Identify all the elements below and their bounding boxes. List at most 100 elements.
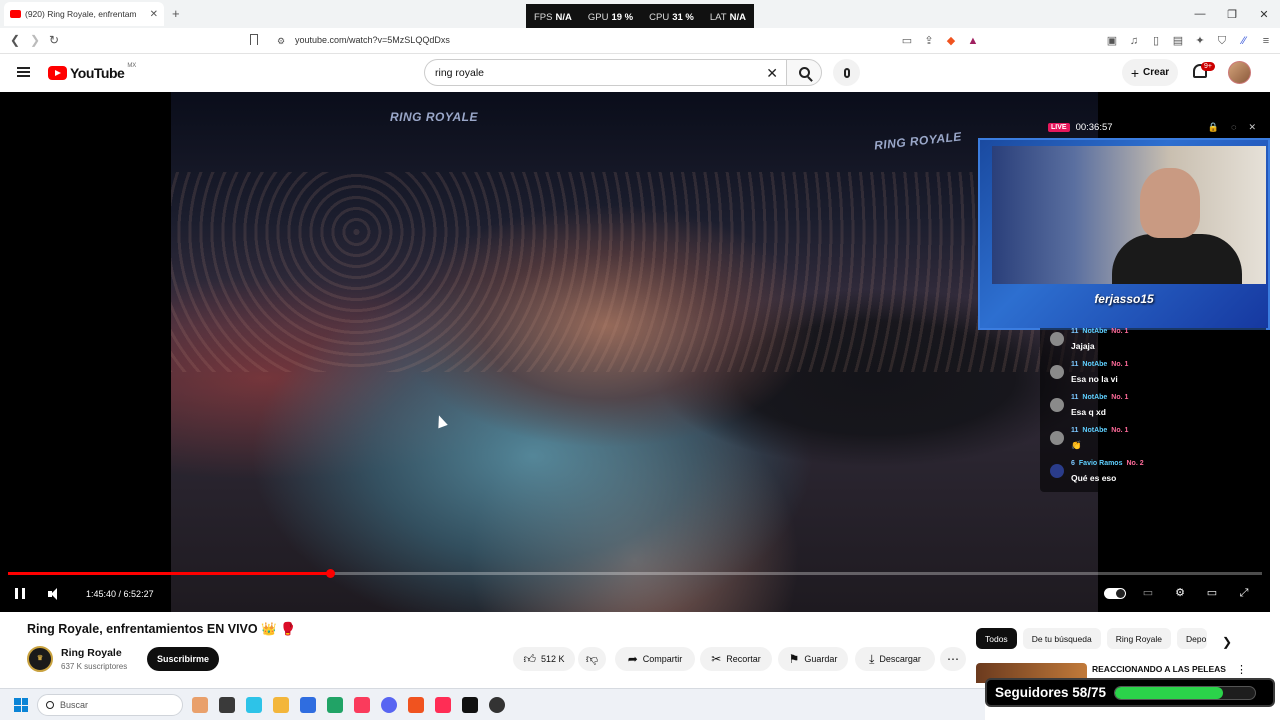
close-overlay-icon[interactable]: ✕: [1248, 122, 1256, 133]
chat-level: 11: [1071, 361, 1079, 368]
chip-all[interactable]: Todos: [976, 628, 1017, 649]
youtube-logo[interactable]: YouTube MX: [48, 63, 136, 81]
voice-search-button[interactable]: [833, 59, 860, 86]
followers-progress-fill: [1115, 686, 1224, 699]
video-player[interactable]: RING ROYALE RING ROYALE LIVE 00:36:57 🔒 …: [0, 92, 1270, 612]
chat-username: NotAbe: [1082, 361, 1108, 368]
search-button[interactable]: [786, 59, 822, 86]
app-widgets-icon[interactable]: [192, 697, 208, 713]
close-tab-icon[interactable]: ✕: [150, 9, 158, 20]
overlay-controls: 🔒 ◌ ✕: [1208, 122, 1256, 133]
vpn-icon[interactable]: ⛉: [1215, 34, 1229, 48]
forward-icon[interactable]: ❯: [30, 33, 40, 47]
obs-icon[interactable]: [489, 697, 505, 713]
chat-avatar: [1050, 398, 1064, 412]
windows-start-icon[interactable]: [14, 698, 28, 712]
reload-icon[interactable]: ↻: [49, 33, 59, 47]
video-frame[interactable]: RING ROYALE RING ROYALE: [171, 92, 1098, 612]
chip-sports[interactable]: Depo: [1177, 628, 1208, 649]
channel-avatar[interactable]: ♛: [27, 646, 53, 672]
brave-icon[interactable]: [408, 697, 424, 713]
share-icon[interactable]: ⇪: [922, 34, 936, 48]
task-view-icon[interactable]: [219, 697, 235, 713]
apple-music-icon[interactable]: [354, 697, 370, 713]
hamburger-menu-icon[interactable]: [17, 67, 30, 77]
close-window-icon[interactable]: ✕: [1248, 0, 1280, 28]
avatar[interactable]: [1228, 61, 1251, 84]
subscribe-button[interactable]: Suscribirme: [147, 647, 219, 671]
like-button[interactable]: 👍︎ 512 K: [513, 647, 575, 671]
progress-scrubber[interactable]: [326, 569, 335, 578]
plus-icon: +: [1130, 64, 1140, 81]
lock-icon[interactable]: 🔒: [1208, 122, 1219, 133]
dislike-button[interactable]: 👎︎: [578, 647, 606, 671]
file-explorer-icon[interactable]: [273, 697, 289, 713]
browser-tab[interactable]: (920) Ring Royale, enfrentam ✕: [4, 2, 164, 26]
cpu-value: 31 %: [672, 11, 694, 23]
tiktok-icon[interactable]: [462, 697, 478, 713]
create-label: Crear: [1143, 67, 1170, 78]
time-display: 1:45:40 / 6:52:27: [86, 589, 154, 599]
chip-from-search[interactable]: De tu búsqueda: [1022, 628, 1101, 649]
extension-box-icon[interactable]: ▣: [1105, 34, 1119, 48]
chat-avatar: [1050, 365, 1064, 379]
chip-ring-royale[interactable]: Ring Royale: [1106, 628, 1172, 649]
pause-icon[interactable]: [15, 588, 25, 599]
settings-gear-icon[interactable]: ⚙: [1173, 586, 1187, 600]
taskbar-search[interactable]: Buscar: [37, 694, 183, 716]
chevron-right-icon[interactable]: ❯: [1222, 635, 1232, 649]
minimize-icon[interactable]: —: [1184, 0, 1216, 28]
volume-icon[interactable]: [48, 588, 64, 600]
youtube-header: YouTube MX ring royale ✕ + Crear 9+: [0, 54, 1270, 92]
fps-value: N/A: [555, 11, 572, 23]
menu-icon[interactable]: ≡: [1259, 34, 1273, 48]
chat-level: 11: [1071, 394, 1079, 401]
refresh-icon[interactable]: ◌: [1231, 122, 1236, 133]
puzzle-icon[interactable]: ✦: [1193, 34, 1207, 48]
new-tab-icon[interactable]: +: [172, 6, 180, 21]
sidebar-icon[interactable]: ▯: [1149, 34, 1163, 48]
back-icon[interactable]: ❮: [10, 33, 20, 47]
ring-royale-banner-right: RING ROYALE: [873, 129, 963, 153]
extension-icons: ▣ ♫ ▯ ▤ ✦ ⛉ ⁄⁄ ≡: [1105, 34, 1273, 48]
rewards-icon[interactable]: ▲: [966, 34, 980, 48]
maximize-icon[interactable]: ❐: [1216, 0, 1248, 28]
bookmark-save-icon: ⚑: [788, 652, 800, 666]
search-input[interactable]: ring royale ✕: [424, 59, 786, 86]
recommended-title[interactable]: REACCIONANDO A LAS PELEAS: [1092, 664, 1226, 674]
share-button[interactable]: ➦ Compartir: [615, 647, 695, 671]
channel-name[interactable]: Ring Royale: [61, 647, 122, 659]
site-info-icon[interactable]: ⚙: [277, 36, 285, 47]
create-button[interactable]: + Crear: [1122, 59, 1178, 86]
save-button[interactable]: ⚑ Guardar: [778, 647, 848, 671]
store-icon[interactable]: [300, 697, 316, 713]
webcam-feed: ferjasso15: [978, 138, 1270, 330]
progress-played: [8, 572, 330, 575]
theater-mode-icon[interactable]: ▭: [1205, 586, 1219, 600]
screen-icon[interactable]: ▭: [900, 34, 914, 48]
clear-search-icon[interactable]: ✕: [766, 65, 778, 82]
text-app-icon[interactable]: [435, 697, 451, 713]
subtitles-icon[interactable]: ▭: [1141, 586, 1155, 600]
leo-icon[interactable]: ⁄⁄: [1237, 34, 1251, 48]
bookmark-icon[interactable]: [250, 34, 258, 45]
chat-rank: No. 2: [1126, 460, 1144, 467]
music-icon[interactable]: ♫: [1127, 34, 1141, 48]
url-field[interactable]: youtube.com/watch?v=5MzSLQQdDxs: [295, 35, 450, 45]
more-actions-button[interactable]: ⋯: [940, 647, 966, 671]
download-button[interactable]: ⤓ Descargar: [855, 647, 935, 671]
clip-button[interactable]: ✂ Recortar: [700, 647, 772, 671]
scissors-icon: ✂: [711, 652, 722, 666]
webcam-room: [992, 146, 1266, 284]
youtube-wordmark: YouTube: [70, 65, 125, 81]
brave-shield-icon[interactable]: ◆: [944, 34, 958, 48]
chat-text: Esa no la vi: [1071, 374, 1118, 384]
recommended-more-icon[interactable]: ⋮: [1236, 663, 1247, 676]
more-dots-icon: ⋯: [947, 652, 959, 666]
excel-icon[interactable]: [327, 697, 343, 713]
discord-icon[interactable]: [381, 697, 397, 713]
fullscreen-icon[interactable]: ⤢: [1237, 586, 1251, 600]
autoplay-toggle[interactable]: [1104, 588, 1126, 599]
wallet-icon[interactable]: ▤: [1171, 34, 1185, 48]
edge-icon[interactable]: [246, 697, 262, 713]
